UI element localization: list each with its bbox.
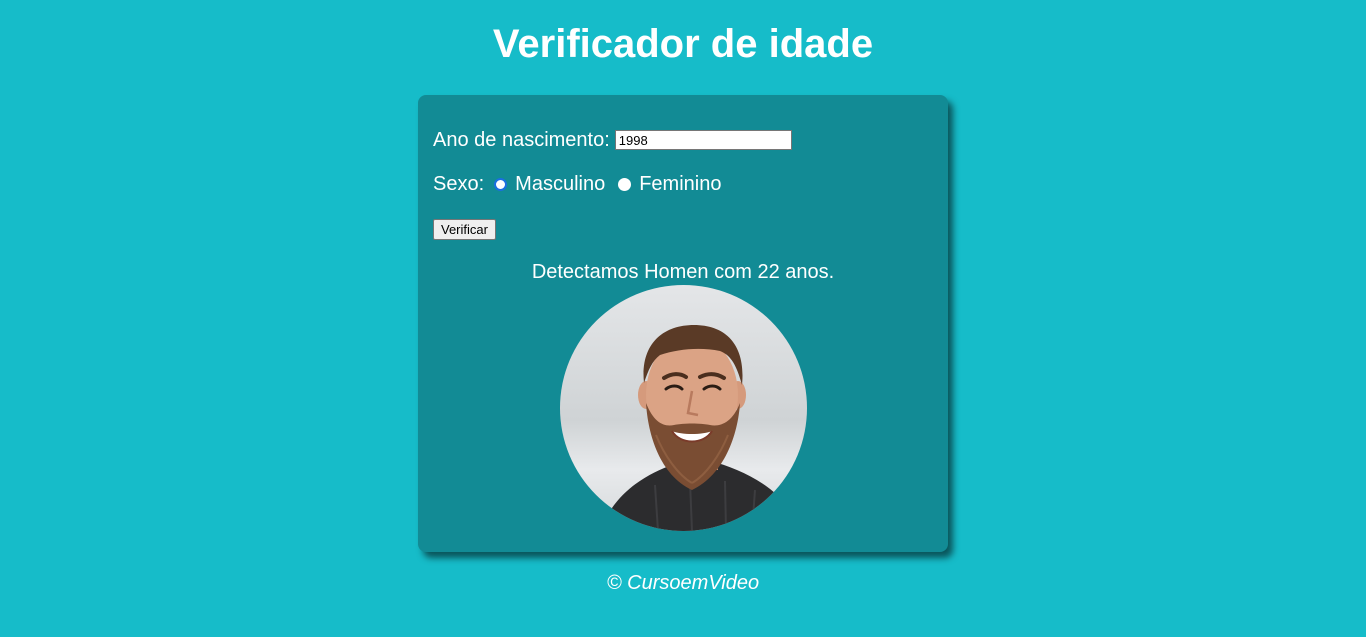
sex-label: Sexo:: [433, 173, 485, 195]
age-verifier-card: Ano de nascimento: Sexo: Masculino Femin…: [418, 95, 948, 552]
result-photo: [560, 285, 807, 531]
footer-copyright: © CursoemVideo: [606, 572, 760, 594]
sex-row: Sexo: Masculino Feminino: [433, 172, 724, 196]
footer: © CursoemVideo: [0, 571, 1366, 595]
radio-feminino[interactable]: [618, 177, 632, 191]
button-row: Verificar: [433, 219, 496, 240]
page-title: Verificador de idade: [492, 22, 874, 66]
result-text: Detectamos Homen com 22 anos.: [531, 261, 835, 283]
birth-year-input[interactable]: [614, 130, 792, 150]
bearded-man-portrait-image: [560, 285, 807, 531]
birth-year-label: Ano de nascimento:: [433, 129, 610, 151]
radio-masculino-label[interactable]: Masculino: [515, 172, 605, 196]
page-header: Verificador de idade: [0, 20, 1366, 68]
radio-feminino-label[interactable]: Feminino: [639, 172, 721, 196]
birth-year-row: Ano de nascimento:: [433, 128, 792, 152]
radio-masculino[interactable]: [494, 177, 508, 191]
verify-button[interactable]: Verificar: [433, 219, 496, 240]
